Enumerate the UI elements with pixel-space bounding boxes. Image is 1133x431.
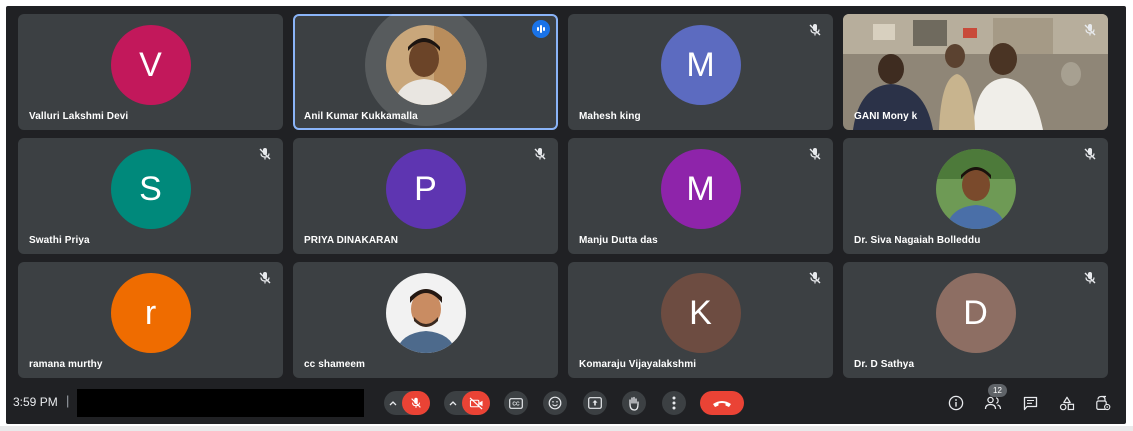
chat-button[interactable] [1018,391,1042,415]
participant-avatar: S [110,149,191,230]
profile-photo [385,273,466,354]
host-controls-button[interactable] [1091,391,1115,415]
camera-off-icon [469,396,483,410]
participant-name: GANI Mony k [854,111,918,122]
more-vert-icon [672,396,676,410]
participant-name: Manju Dutta das [579,235,658,246]
profile-photo [935,149,1016,230]
participant-avatar: V [110,25,191,106]
participant-avatar: M [660,149,741,230]
participant-avatar: D [935,273,1016,354]
raise-hand-icon [629,396,639,411]
mic-off-icon [809,24,821,36]
participant-tile[interactable]: Dr. Siva Nagaiah Bolleddu [843,138,1108,254]
camera-options-chevron-icon[interactable] [444,400,462,406]
mic-off-icon [534,148,546,160]
mic-off-icon [1084,148,1096,160]
mic-options-chevron-icon[interactable] [384,400,402,406]
mic-toggle-button[interactable] [402,391,430,415]
mic-control-group [384,391,430,415]
participant-tile[interactable]: r ramana murthy [18,262,283,378]
mic-off-icon [809,272,821,284]
participant-tile-video[interactable]: GANI Mony k [843,14,1108,130]
participant-avatar: K [660,273,741,354]
raise-hand-button[interactable] [622,391,646,415]
profile-photo [385,25,466,106]
people-button[interactable] [981,391,1005,415]
present-screen-button[interactable] [583,391,607,415]
participant-name: Swathi Priya [29,235,90,246]
present-screen-icon [588,397,602,409]
participant-name: Komaraju Vijayalakshmi [579,359,697,370]
participant-tile[interactable]: K Komaraju Vijayalakshmi [568,262,833,378]
participant-tile[interactable]: D Dr. D Sathya [843,262,1108,378]
participant-avatar: M [660,25,741,106]
participant-name: cc shameem [304,359,366,370]
more-options-button[interactable] [662,391,686,415]
participant-avatar: r [110,273,191,354]
meeting-window: V Valluri Lakshmi Devi Anil Kumar Kukkam… [6,6,1126,424]
closed-captions-icon: CC [509,397,523,409]
participant-name: Dr. D Sathya [854,359,915,370]
mic-off-icon [1084,24,1096,36]
reactions-button[interactable] [543,391,567,415]
mic-off-icon [411,397,421,408]
camera-toggle-button[interactable] [462,391,490,415]
participant-name: Mahesh king [579,111,641,122]
captions-button[interactable]: CC [504,391,528,415]
clock-separator: | [66,393,70,408]
people-icon [984,396,1002,410]
participant-name: Dr. Siva Nagaiah Bolleddu [854,235,981,246]
participant-name: PRIYA DINAKARAN [304,235,399,246]
control-bar: 3:59 PM | CC 12 [6,380,1126,424]
participant-tile[interactable]: P PRIYA DINAKARAN [293,138,558,254]
camera-control-group [444,391,490,415]
participant-name: ramana murthy [29,359,103,370]
mic-off-icon [259,272,271,284]
end-call-button[interactable] [700,391,744,415]
participant-grid: V Valluri Lakshmi Devi Anil Kumar Kukkam… [18,14,1108,378]
screenshot-bottom-border [0,426,1133,431]
emoji-icon [548,396,562,410]
info-icon [948,395,964,411]
redacted-meeting-code [77,389,364,417]
activities-button[interactable] [1055,391,1079,415]
participant-tile[interactable]: S Swathi Priya [18,138,283,254]
participant-tile[interactable]: cc shameem [293,262,558,378]
mic-off-icon [1084,272,1096,284]
participant-name: Valluri Lakshmi Devi [29,111,129,122]
participant-tile[interactable]: M Mahesh king [568,14,833,130]
mic-off-icon [259,148,271,160]
participant-tile[interactable]: V Valluri Lakshmi Devi [18,14,283,130]
participant-tile[interactable]: M Manju Dutta das [568,138,833,254]
participant-avatar: P [385,149,466,230]
svg-text:CC: CC [512,401,520,407]
participant-name: Anil Kumar Kukkamalla [304,111,418,122]
meeting-clock: 3:59 PM [13,395,58,409]
speaking-indicator-icon [532,20,550,38]
activities-shapes-icon [1059,396,1075,410]
meeting-details-button[interactable] [944,391,968,415]
hang-up-icon [713,400,731,407]
mic-off-icon [809,148,821,160]
chat-icon [1023,396,1037,410]
host-controls-lock-icon [1096,395,1111,411]
participant-tile-active-speaker[interactable]: Anil Kumar Kukkamalla [293,14,558,130]
